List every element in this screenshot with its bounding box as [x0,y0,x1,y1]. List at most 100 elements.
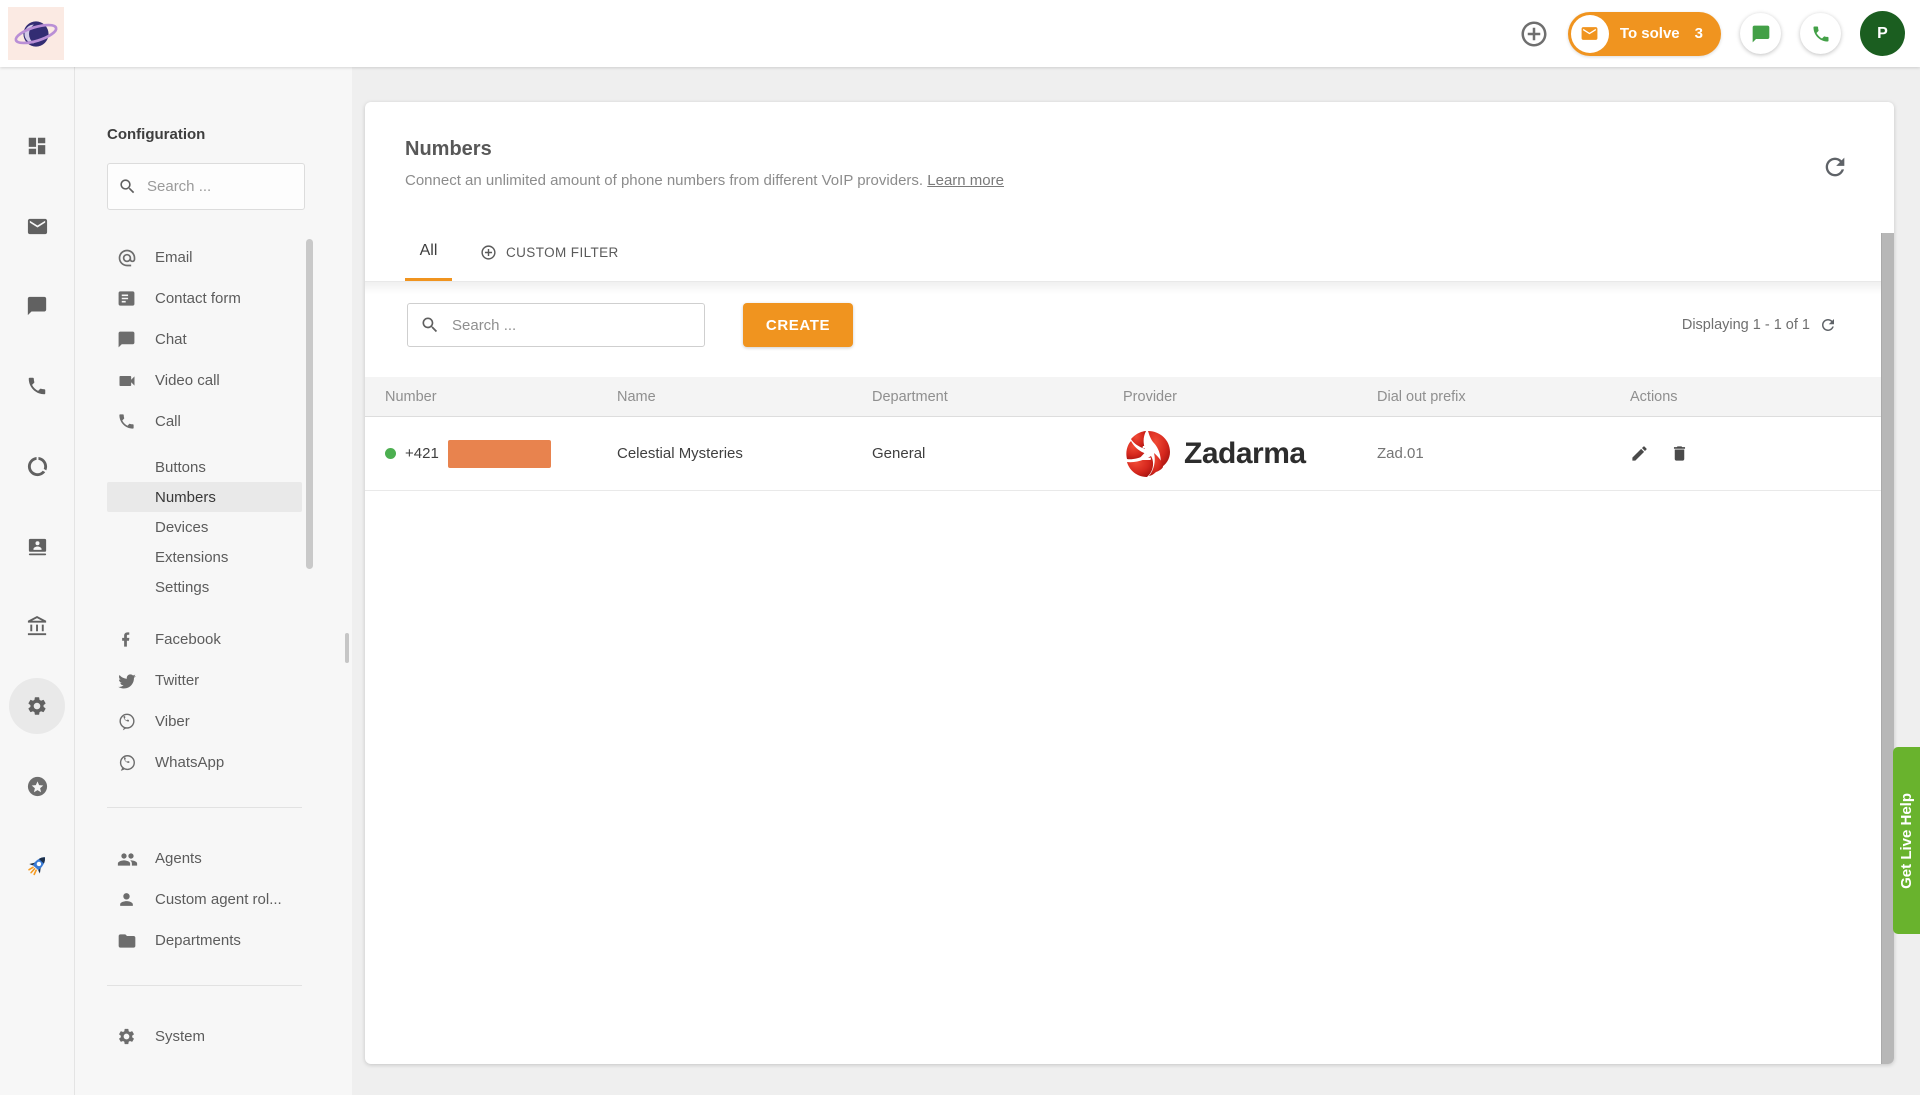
sidebar-item-email[interactable]: Email [107,237,302,278]
rail-item-chat[interactable] [17,286,57,326]
user-avatar[interactable]: P [1860,11,1905,56]
svg-text:Z: Z [1139,443,1153,465]
provider-name: Zadarma [1184,437,1306,471]
envelope-icon [1571,15,1609,53]
rail-item-email[interactable] [17,206,57,246]
create-button[interactable]: CREATE [743,303,853,347]
delete-button[interactable] [1670,444,1689,463]
actions-cell [1630,444,1881,463]
pane-resize-handle[interactable] [345,633,349,663]
calls-button[interactable] [1800,13,1841,54]
contact-card-icon [26,535,49,558]
rail-item-call[interactable] [17,366,57,406]
refresh-icon[interactable] [1819,316,1837,334]
sidebar-item-whatsapp[interactable]: WhatsApp [107,742,302,783]
chats-button[interactable] [1740,13,1781,54]
dial-out-prefix-cell: Zad.01 [1377,445,1630,462]
numbers-card: Numbers Connect an unlimited amount of p… [365,102,1894,1064]
people-icon [117,849,137,869]
rail-item-sla[interactable] [17,446,57,486]
sidebar-item-contact-form[interactable]: Contact form [107,278,302,319]
department-cell: General [872,445,1123,462]
sidebar-item-chat[interactable]: Chat [107,319,302,360]
learn-more-link[interactable]: Learn more [927,172,1004,189]
sidebar-item-call[interactable]: Call [107,401,302,442]
chat-bubble-icon [1751,24,1771,44]
phone-icon [117,412,137,432]
column-header-name: Name [617,389,872,405]
tabs-shadow [365,282,1894,294]
whatsapp-icon [117,753,137,773]
sidebar-item-label: Numbers [155,489,216,506]
sidebar-item-label: Contact form [155,290,241,307]
data-usage-icon [26,455,49,478]
facebook-icon [117,630,137,650]
number-cell: +421 [385,440,617,468]
configuration-menu: Email Contact form Chat Video call Call … [107,237,302,1053]
sidebar-item-numbers[interactable]: Numbers [107,482,302,512]
sidebar-item-facebook[interactable]: Facebook [107,619,302,660]
refresh-button[interactable] [1821,153,1849,181]
viber-icon [117,712,137,732]
number-redaction-block [448,440,551,468]
sidebar-item-label: Twitter [155,672,199,689]
sidebar-item-label: Chat [155,331,187,348]
sidebar-item-settings[interactable]: Settings [107,572,302,602]
sidebar-item-label: WhatsApp [155,754,224,771]
tab-custom-filter[interactable]: CUSTOM FILTER [480,224,619,282]
folder-icon [117,931,137,951]
sidebar-item-custom-agent-roles[interactable]: Custom agent rol... [107,879,302,920]
sidebar-item-label: Extensions [155,549,228,566]
sidebar-item-extensions[interactable]: Extensions [107,542,302,572]
table-header: Number Name Department Provider Dial out… [365,377,1881,417]
to-solve-label: To solve [1620,25,1680,42]
envelope-icon [26,215,49,238]
sidebar-search [107,163,305,210]
company-logo[interactable] [8,7,64,60]
number-prefix: +421 [405,445,439,462]
configuration-panel: Configuration Email Contact form Chat Vi… [76,67,352,1053]
sidebar-item-label: Agents [155,850,202,867]
rail-item-getting-started[interactable] [17,846,57,886]
tab-all[interactable]: All [405,224,452,282]
to-solve-button[interactable]: To solve 3 [1568,12,1721,56]
gear-icon [117,1027,137,1047]
sidebar-item-label: Departments [155,932,241,949]
person-icon [117,890,137,910]
rail-item-gamification[interactable] [17,766,57,806]
sidebar-item-devices[interactable]: Devices [107,512,302,542]
name-cell: Celestial Mysteries [617,445,872,462]
sidebar-item-twitter[interactable]: Twitter [107,660,302,701]
sidebar-item-video-call[interactable]: Video call [107,360,302,401]
sidebar-item-label: System [155,1028,205,1045]
panel-scrollbar[interactable] [306,239,313,569]
search-icon [420,315,440,335]
sidebar-item-label: Call [155,413,181,430]
sidebar-item-system[interactable]: System [107,1016,302,1053]
table-search-input[interactable] [452,317,682,334]
sidebar-item-departments[interactable]: Departments [107,920,302,961]
phone-icon [26,375,48,397]
planet-logo-icon [12,12,60,56]
sidebar-item-viber[interactable]: Viber [107,701,302,742]
rail-item-configuration[interactable] [17,686,57,726]
rocket-icon [24,853,51,880]
get-live-help-button[interactable]: Get Live Help [1893,747,1920,934]
gear-icon [26,695,48,717]
topbar: To solve 3 P [0,0,1920,67]
sidebar-item-buttons[interactable]: Buttons [107,452,302,482]
displaying-label: Displaying 1 - 1 of 1 [1682,317,1810,333]
plus-circle-icon [480,244,497,261]
table-row[interactable]: +421 Celestial Mysteries General [365,417,1881,491]
sidebar-search-input[interactable] [147,178,277,195]
rail-item-dashboard[interactable] [17,126,57,166]
sidebar-item-agents[interactable]: Agents [107,838,302,879]
table-search [407,303,705,347]
tab-custom-filter-label: CUSTOM FILTER [506,245,619,260]
pagination-info: Displaying 1 - 1 of 1 [1682,303,1837,347]
rail-item-billing[interactable] [17,606,57,646]
card-scrollbar[interactable] [1881,233,1894,1064]
edit-button[interactable] [1630,444,1649,463]
rail-item-contacts[interactable] [17,526,57,566]
add-button[interactable] [1519,19,1549,49]
